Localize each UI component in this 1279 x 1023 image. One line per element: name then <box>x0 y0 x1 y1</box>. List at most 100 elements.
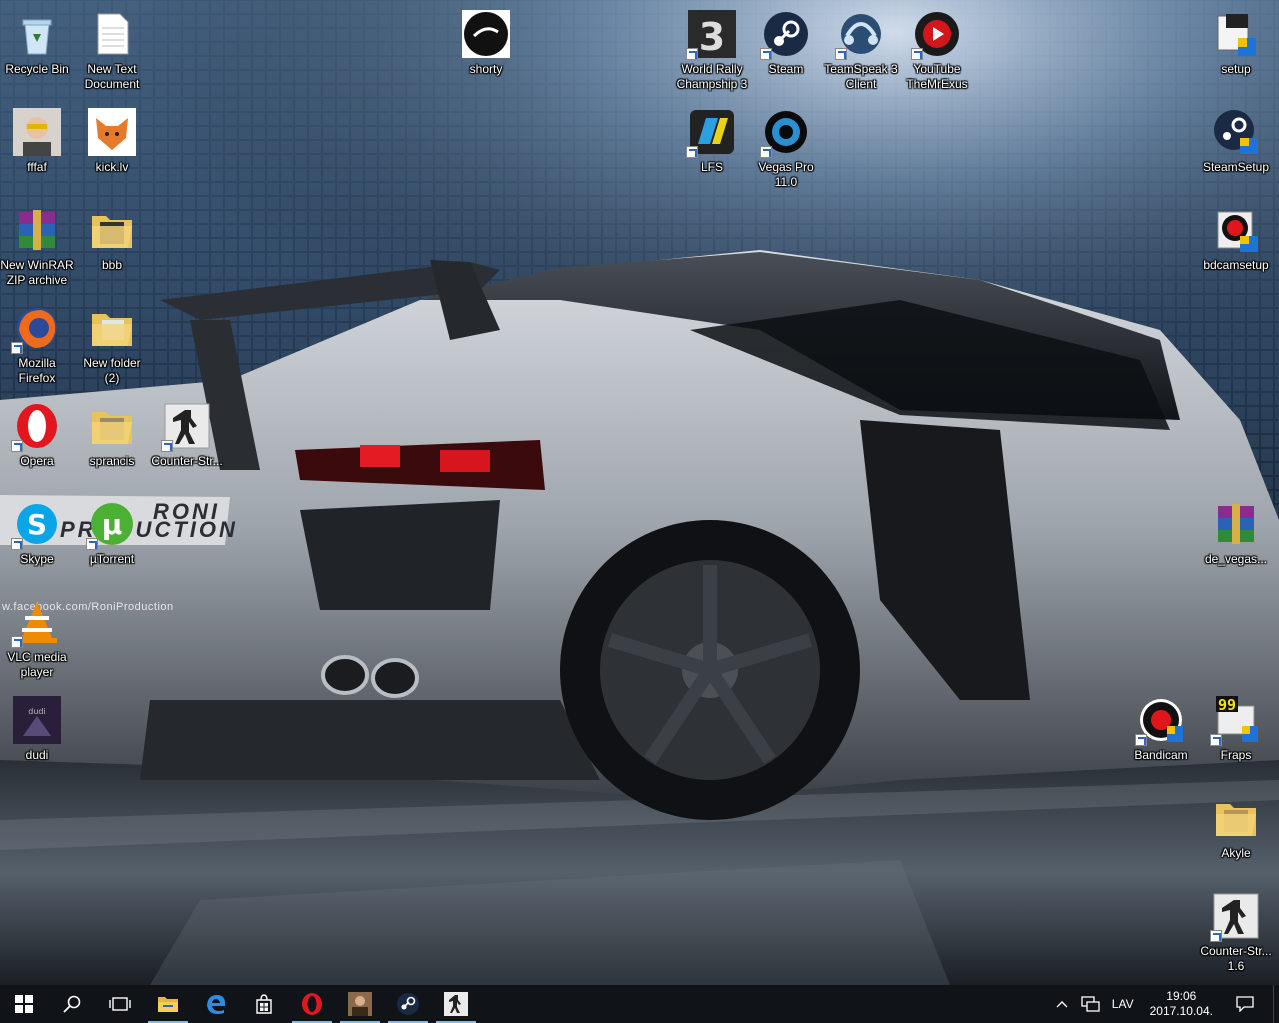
desktop-icon-new-text-document[interactable]: New Text Document <box>74 4 150 94</box>
shortcut-arrow-icon <box>911 48 923 60</box>
clock-date: 2017.10.04. <box>1149 1004 1213 1018</box>
steam-icon <box>397 993 419 1015</box>
desktop-icon-skype[interactable]: S Skype <box>0 494 75 584</box>
edge-icon <box>207 995 226 1014</box>
shortcut-arrow-icon <box>11 342 23 354</box>
desktop-icon-de-vegas[interactable]: de_vegas... <box>1198 494 1274 584</box>
desktop-icon-new-winrar-zip[interactable]: New WinRAR ZIP archive <box>0 200 75 290</box>
desktop-icon-steam[interactable]: Steam <box>748 4 824 94</box>
opera-icon <box>11 402 61 452</box>
desktop-icon-setup[interactable]: setup <box>1198 4 1274 94</box>
desktop-icon-vegas-pro[interactable]: Vegas Pro 11.0 <box>748 102 824 192</box>
edge-button[interactable] <box>192 985 240 1023</box>
windows-logo-icon <box>15 995 33 1013</box>
store-button[interactable] <box>240 985 288 1023</box>
network-icon <box>1081 996 1100 1012</box>
photo-taskbar-button[interactable] <box>336 985 384 1023</box>
text-document-icon <box>88 10 136 58</box>
desktop-icon-bandicam[interactable]: Bandicam <box>1123 690 1199 780</box>
bandicam-icon <box>1135 696 1185 746</box>
shortcut-arrow-icon <box>686 48 698 60</box>
counter-strike-icon <box>1210 892 1260 942</box>
steam-icon <box>760 10 810 60</box>
desktop-icon-fraps[interactable]: 99 Fraps <box>1198 690 1274 780</box>
bandicam-setup-icon <box>1212 206 1260 254</box>
lfs-icon <box>686 108 736 158</box>
desktop-icon-utorrent[interactable]: µ µTorrent <box>74 494 150 584</box>
desktop-icon-bbb[interactable]: bbb <box>74 200 150 290</box>
taskbar: LAV 19:06 2017.10.04. <box>0 985 1279 1023</box>
fraps-icon: 99 <box>1210 696 1260 746</box>
desktop-icon-teamspeak[interactable]: TeamSpeak 3 Client <box>823 4 899 94</box>
desktop-icon-shorty[interactable]: shorty <box>448 4 524 94</box>
opera-icon <box>302 993 322 1015</box>
steam-setup-icon <box>1212 108 1260 156</box>
desktop-icon-counter-strike[interactable]: Counter-Str... <box>149 396 225 486</box>
file-explorer-icon <box>158 997 178 1012</box>
desktop-icon-mozilla-firefox[interactable]: Mozilla Firefox <box>0 298 75 388</box>
shortcut-arrow-icon <box>11 538 23 550</box>
photo-thumbnail-icon <box>13 108 61 156</box>
desktop-icon-fffaf[interactable]: fffaf <box>0 102 75 192</box>
search-button[interactable] <box>48 985 96 1023</box>
desktop-icon-lfs[interactable]: LFS <box>674 102 750 192</box>
setup-installer-icon <box>1212 10 1260 58</box>
desktop-icon-vlc[interactable]: VLC media player <box>0 592 75 682</box>
vlc-icon <box>11 598 61 648</box>
notification-icon <box>1236 996 1254 1012</box>
desktop-icon-akyle[interactable]: Akyle <box>1198 788 1274 878</box>
counter-strike-taskbar-button[interactable] <box>432 985 480 1023</box>
vegas-pro-icon <box>760 108 810 158</box>
desktop-icon-bdcamsetup[interactable]: bdcamsetup <box>1198 200 1274 290</box>
recycle-bin-icon <box>13 10 61 58</box>
network-button[interactable] <box>1074 985 1106 1023</box>
folder-icon <box>88 402 136 450</box>
show-desktop-button[interactable] <box>1273 985 1279 1023</box>
shortcut-arrow-icon <box>11 440 23 452</box>
file-explorer-button[interactable] <box>144 985 192 1023</box>
shorty-image-icon <box>462 10 510 58</box>
kick-lv-icon <box>88 108 136 156</box>
desktop-icon-world-rally[interactable]: 3 World Rally Champship 3 <box>674 4 750 94</box>
shortcut-arrow-icon <box>86 538 98 550</box>
input-language-button[interactable]: LAV <box>1106 985 1140 1023</box>
folder-icon <box>88 304 136 352</box>
desktop-icon-counter-strike-1-6[interactable]: Counter-Str... 1.6 <box>1198 886 1274 976</box>
store-icon <box>256 994 272 1014</box>
desktop-icon-recycle-bin[interactable]: Recycle Bin <box>0 4 75 94</box>
shortcut-arrow-icon <box>161 440 173 452</box>
system-tray: LAV 19:06 2017.10.04. <box>1050 985 1279 1023</box>
shortcut-arrow-icon <box>11 636 23 648</box>
opera-taskbar-button[interactable] <box>288 985 336 1023</box>
shortcut-arrow-icon <box>1135 734 1147 746</box>
task-view-button[interactable] <box>96 985 144 1023</box>
desktop-icon-new-folder-2[interactable]: New folder (2) <box>74 298 150 388</box>
start-button[interactable] <box>0 985 48 1023</box>
show-hidden-icons-button[interactable] <box>1050 985 1074 1023</box>
photo-thumbnail-icon: dudi <box>13 696 61 744</box>
desktop-icon-youtube-themrexus[interactable]: YouTube TheMrExus <box>899 4 975 94</box>
teamspeak-icon <box>835 10 885 60</box>
folder-icon <box>1212 794 1260 842</box>
clock-time: 19:06 <box>1166 989 1197 1003</box>
winrar-archive-icon <box>1212 500 1260 548</box>
world-rally-championship-icon: 3 <box>686 10 736 60</box>
desktop-icon-kick-lv[interactable]: kick.lv <box>74 102 150 192</box>
shortcut-arrow-icon <box>760 48 772 60</box>
counter-strike-icon <box>444 992 468 1016</box>
photo-thumbnail-icon <box>348 992 372 1016</box>
desktop-icon-dudi[interactable]: dudi dudi <box>0 690 75 780</box>
shortcut-arrow-icon <box>686 146 698 158</box>
chevron-up-icon <box>1056 1001 1068 1008</box>
clock[interactable]: 19:06 2017.10.04. <box>1140 985 1223 1023</box>
action-center-button[interactable] <box>1223 985 1267 1023</box>
winrar-archive-icon <box>13 206 61 254</box>
desktop-icon-opera[interactable]: Opera <box>0 396 75 486</box>
youtube-channel-icon <box>911 10 961 60</box>
steam-taskbar-button[interactable] <box>384 985 432 1023</box>
desktop-icon-sprancis[interactable]: sprancis <box>74 396 150 486</box>
shortcut-arrow-icon <box>1210 734 1222 746</box>
desktop-icon-steamsetup[interactable]: SteamSetup <box>1198 102 1274 192</box>
svg-text:99: 99 <box>1218 696 1236 714</box>
svg-text:µ: µ <box>102 508 123 541</box>
